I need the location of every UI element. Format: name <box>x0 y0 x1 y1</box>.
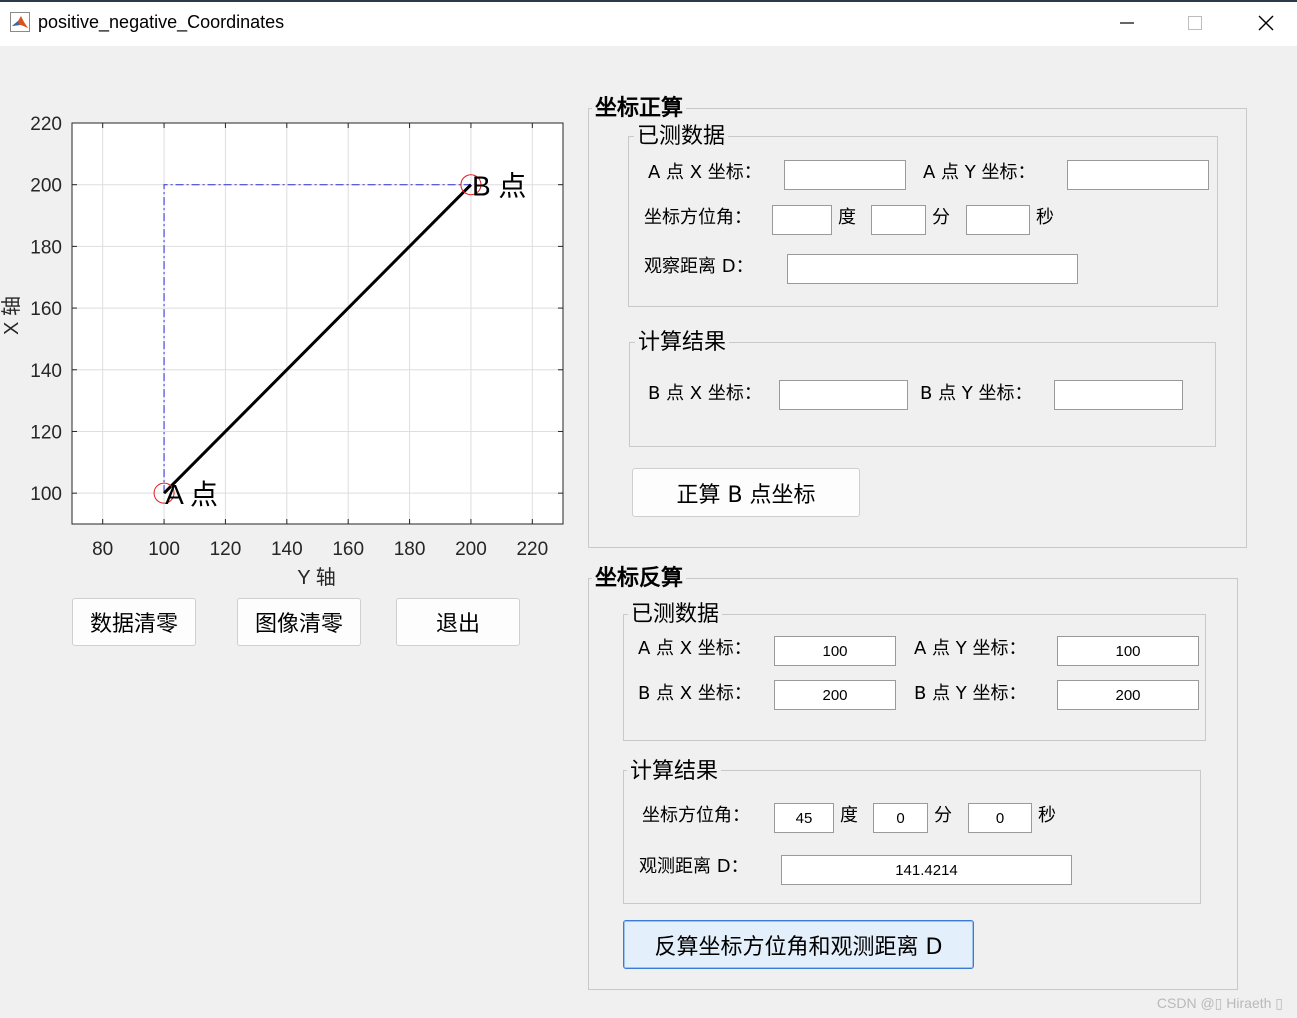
inverse-result-title: 计算结果 <box>627 761 722 783</box>
y-tick-label: 160 <box>30 299 62 320</box>
forward-measured-title: 已测数据 <box>634 126 729 148</box>
x-tick-label: 140 <box>271 539 303 560</box>
inverse-ay-label: A 点 Y 坐标： <box>914 638 1027 659</box>
minimize-button[interactable] <box>1107 8 1147 38</box>
inverse-degree-unit: 度 <box>840 805 858 826</box>
inverse-degree-input[interactable] <box>774 803 834 833</box>
inverse-distance-label: 观测距离 D： <box>639 856 749 877</box>
forward-distance-label: 观察距离 D： <box>644 256 754 277</box>
inverse-minute-unit: 分 <box>934 805 952 826</box>
forward-degree-unit: 度 <box>838 207 856 228</box>
forward-calculate-button[interactable]: 正算 B 点坐标 <box>632 468 860 517</box>
forward-bx-label: B 点 X 坐标： <box>648 383 762 404</box>
inverse-bx-label: B 点 X 坐标： <box>638 683 752 704</box>
forward-azimuth-label: 坐标方位角： <box>644 207 752 228</box>
forward-minute-input[interactable] <box>871 205 926 235</box>
inverse-measured-title: 已测数据 <box>628 604 723 626</box>
y-tick-label: 180 <box>30 237 62 258</box>
close-icon <box>1258 15 1274 31</box>
coordinate-plot: 80 100 120 140 160 180 200 220 100 120 140 160 180 20… <box>0 114 564 589</box>
maximize-button[interactable] <box>1175 8 1215 38</box>
y-axis-label: X 轴 <box>0 296 23 335</box>
y-tick-label: 120 <box>30 422 62 443</box>
x-axis-label: Y 轴 <box>297 566 336 589</box>
title-bar-border <box>0 0 1297 2</box>
inverse-ay-input[interactable] <box>1057 636 1199 666</box>
inverse-by-label: B 点 Y 坐标： <box>914 683 1027 704</box>
y-tick-label: 140 <box>30 361 62 382</box>
forward-ax-input[interactable] <box>784 160 906 190</box>
maximize-icon <box>1188 16 1202 30</box>
x-tick-label: 120 <box>210 539 242 560</box>
exit-button[interactable]: 退出 <box>396 598 520 646</box>
inverse-second-input[interactable] <box>968 803 1032 833</box>
forward-degree-input[interactable] <box>772 205 832 235</box>
minimize-icon <box>1120 22 1134 24</box>
forward-by-input[interactable] <box>1054 380 1183 410</box>
inverse-ax-label: A 点 X 坐标： <box>638 638 752 659</box>
window-title: positive_negative_Coordinates <box>38 12 285 32</box>
inverse-azimuth-label: 坐标方位角： <box>642 805 750 826</box>
forward-ay-label: A 点 Y 坐标： <box>923 162 1036 183</box>
point-label: B 点 <box>472 171 526 202</box>
x-tick-label: 220 <box>516 539 548 560</box>
y-tick-label: 100 <box>30 484 62 505</box>
forward-panel-title: 坐标正算 <box>592 97 687 119</box>
watermark: CSDN @▯ Hiraeth ▯ <box>1156 995 1283 1011</box>
inverse-distance-input[interactable] <box>781 855 1072 885</box>
inverse-ax-input[interactable] <box>774 636 896 666</box>
inverse-measured-group <box>623 614 1206 741</box>
inverse-minute-input[interactable] <box>873 803 928 833</box>
title-bar: positive_negative_Coordinates <box>0 0 1297 46</box>
inverse-bx-input[interactable] <box>774 680 896 710</box>
forward-distance-input[interactable] <box>787 254 1078 284</box>
x-tick-label: 80 <box>92 539 113 560</box>
inverse-by-input[interactable] <box>1057 680 1199 710</box>
forward-by-label: B 点 Y 坐标： <box>920 383 1033 404</box>
inverse-calculate-button[interactable]: 反算坐标方位角和观测距离 D <box>623 920 974 969</box>
y-tick-label: 200 <box>30 176 62 197</box>
forward-result-title: 计算结果 <box>635 332 730 354</box>
forward-ax-label: A 点 X 坐标： <box>648 162 762 183</box>
matlab-icon <box>10 12 30 32</box>
forward-minute-unit: 分 <box>932 207 950 228</box>
x-tick-label: 200 <box>455 539 487 560</box>
x-tick-label: 160 <box>332 539 364 560</box>
forward-ay-input[interactable] <box>1067 160 1209 190</box>
inverse-panel-title: 坐标反算 <box>592 567 687 589</box>
x-tick-label: 180 <box>394 539 426 560</box>
forward-bx-input[interactable] <box>779 380 908 410</box>
inverse-second-unit: 秒 <box>1038 805 1056 826</box>
point-label: A 点 <box>165 479 218 510</box>
close-button[interactable] <box>1246 8 1286 38</box>
forward-second-input[interactable] <box>966 205 1030 235</box>
y-tick-label: 220 <box>30 114 62 135</box>
x-tick-label: 100 <box>148 539 180 560</box>
clear-image-button[interactable]: 图像清零 <box>237 598 361 646</box>
clear-data-button[interactable]: 数据清零 <box>72 598 196 646</box>
forward-second-unit: 秒 <box>1036 207 1054 228</box>
